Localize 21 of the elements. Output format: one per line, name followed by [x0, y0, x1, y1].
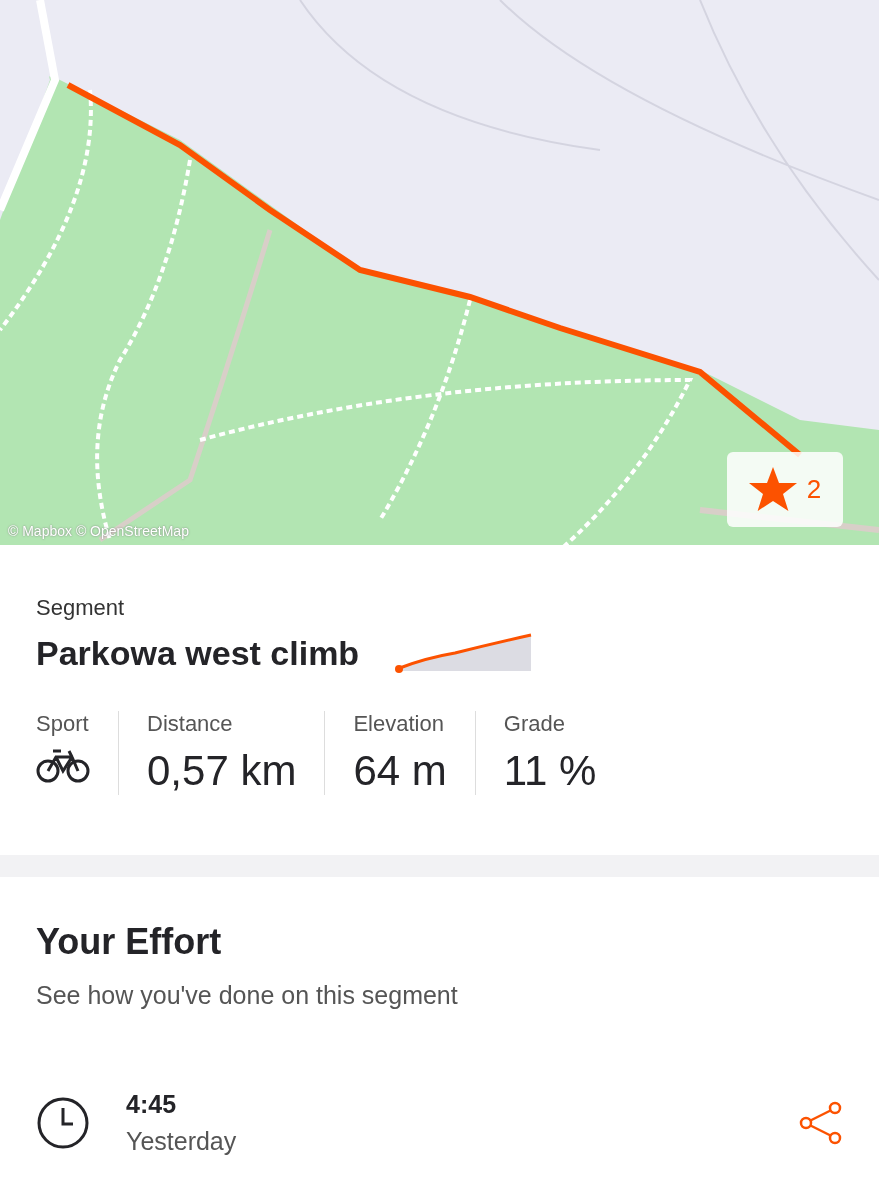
share-icon	[799, 1101, 843, 1145]
section-title: Your Effort	[36, 921, 223, 963]
segment-name: Parkowa west climb	[36, 633, 360, 673]
clock-icon	[36, 1096, 90, 1150]
stat-value: 11 %	[503, 747, 597, 795]
star-badge[interactable]: 2	[727, 452, 843, 527]
effort-time: 4:45	[126, 1090, 178, 1119]
segment-label: Segment	[36, 595, 126, 621]
stat-label: Distance	[147, 711, 234, 737]
stat-value: 64 m	[353, 747, 447, 795]
effort-date: Yesterday	[126, 1127, 238, 1156]
section-subtitle: See how you've done on this segment	[36, 981, 459, 1010]
stat-label: Grade	[503, 711, 566, 737]
stat-label: Sport	[36, 711, 90, 737]
share-button[interactable]	[799, 1101, 843, 1145]
bike-icon	[36, 747, 90, 783]
stat-value: 0,57 km	[147, 747, 297, 795]
star-count: 2	[806, 474, 822, 505]
star-icon	[748, 466, 797, 513]
map-attribution: © Mapbox © OpenStreetMap	[8, 523, 189, 539]
stat-label: Elevation	[353, 711, 445, 737]
